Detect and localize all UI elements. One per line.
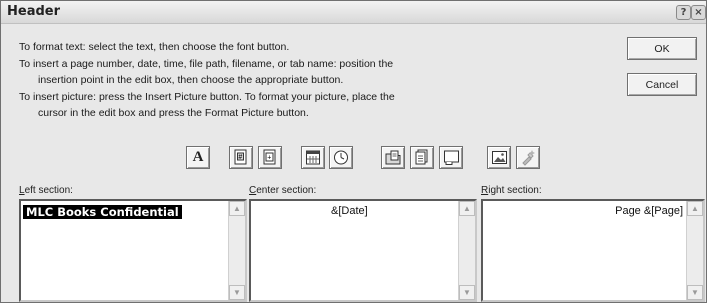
scroll-up-icon[interactable]: ▲ xyxy=(459,201,475,216)
right-section-editbox[interactable]: Page &[Page] ▲ ▼ xyxy=(481,199,705,302)
left-section-label: Left section: xyxy=(19,185,73,196)
insert-picture-button[interactable] xyxy=(487,146,511,169)
filename-icon xyxy=(415,149,428,165)
scroll-up-icon[interactable]: ▲ xyxy=(687,201,703,216)
instruction-line: To insert picture: press the Insert Pict… xyxy=(19,90,395,103)
scroll-up-icon[interactable]: ▲ xyxy=(229,201,245,216)
total-pages-button[interactable]: + xyxy=(258,146,282,169)
date-button[interactable] xyxy=(301,146,325,169)
page-number-icon: # xyxy=(234,149,247,165)
page-number-button[interactable]: # xyxy=(229,146,253,169)
sheet-name-button[interactable] xyxy=(439,146,463,169)
scroll-down-icon[interactable]: ▼ xyxy=(459,285,475,300)
cancel-button[interactable]: Cancel xyxy=(627,73,697,96)
help-icon[interactable]: ? xyxy=(676,5,691,20)
filename-button[interactable] xyxy=(410,146,434,169)
instruction-line: To format text: select the text, then ch… xyxy=(19,41,290,53)
right-section-text[interactable]: Page &[Page] xyxy=(615,205,683,217)
center-section-label: Center section: xyxy=(249,185,317,196)
time-button[interactable] xyxy=(329,146,353,169)
time-icon xyxy=(334,150,348,165)
center-section-scrollbar[interactable]: ▲ ▼ xyxy=(458,201,475,300)
instruction-line: cursor in the edit box and press the For… xyxy=(38,107,309,119)
ok-button[interactable]: OK xyxy=(627,37,697,60)
scroll-down-icon[interactable]: ▼ xyxy=(229,285,245,300)
sheet-name-icon xyxy=(443,150,459,165)
close-icon[interactable]: × xyxy=(691,5,706,20)
scroll-down-icon[interactable]: ▼ xyxy=(687,285,703,300)
date-icon xyxy=(306,150,320,165)
instruction-line: To insert a page number, date, time, fil… xyxy=(19,57,394,70)
file-path-icon xyxy=(385,150,400,165)
right-section-label: Right section: xyxy=(481,185,542,196)
font-button[interactable]: A xyxy=(186,146,210,169)
svg-text:+: + xyxy=(267,155,271,162)
left-section-scrollbar[interactable]: ▲ ▼ xyxy=(228,201,245,300)
format-picture-button[interactable] xyxy=(516,146,540,169)
left-section-editbox[interactable]: MLC Books Confidential ▲ ▼ xyxy=(19,199,247,302)
right-section-scrollbar[interactable]: ▲ ▼ xyxy=(686,201,703,300)
font-icon: A xyxy=(192,149,204,165)
instruction-line: insertion point in the edit box, then ch… xyxy=(38,74,344,86)
instructions-text: To format text: select the text, then ch… xyxy=(19,39,599,122)
center-section-editbox[interactable]: &[Date] ▲ ▼ xyxy=(249,199,477,302)
left-section-text[interactable]: MLC Books Confidential xyxy=(23,205,182,219)
title-bar: Header ? × xyxy=(1,1,706,24)
center-section-text[interactable]: &[Date] xyxy=(331,205,368,217)
svg-text:#: # xyxy=(238,154,242,161)
header-dialog: Header ? × To format text: select the te… xyxy=(0,0,707,303)
format-picture-icon xyxy=(521,150,535,166)
insert-picture-icon xyxy=(491,151,507,164)
total-pages-icon: + xyxy=(263,149,276,165)
file-path-button[interactable] xyxy=(381,146,405,169)
dialog-title: Header xyxy=(7,4,61,19)
